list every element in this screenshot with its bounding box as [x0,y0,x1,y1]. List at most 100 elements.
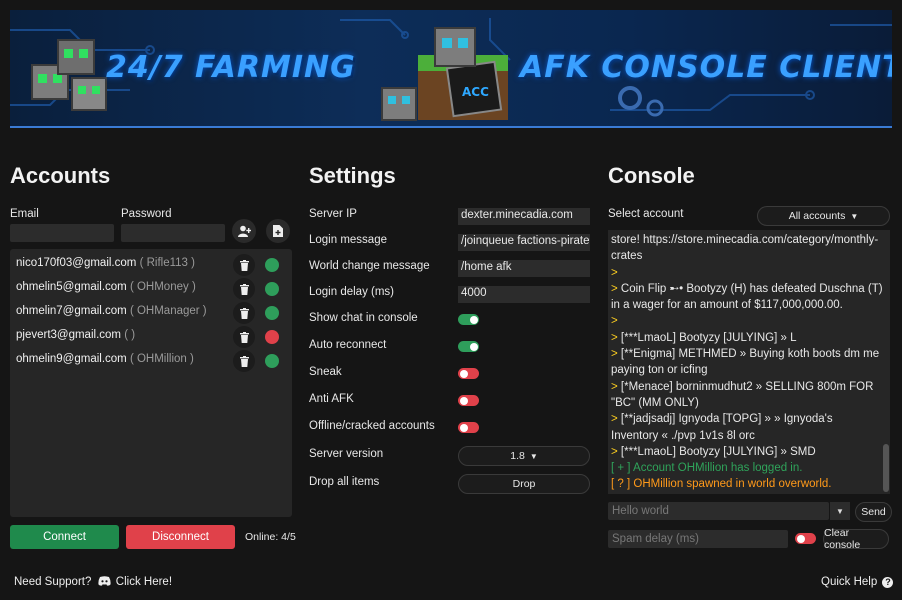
email-label: Email [10,208,39,220]
account-label: nico170f03@gmail.com ( Rifle113 ) [16,257,195,269]
robot-icon [31,39,107,111]
login-message-label: Login message [309,234,387,246]
login-delay-label: Login delay (ms) [309,286,395,298]
select-account-label: Select account [608,208,684,220]
account-label: ohmelin7@gmail.com ( OHManager ) [16,305,207,317]
add-user-icon [237,225,251,237]
prompt-marker: > [611,348,618,361]
prompt-marker: > [611,266,618,279]
console-line-text: Coin Flip ➸• Bootyzy (H) has defeated Du… [611,282,883,312]
account-select[interactable]: All accounts ▼ [757,206,890,226]
account-email: nico170f03@gmail.com [16,257,137,269]
delete-account-button[interactable] [233,302,255,324]
console-line: > [***LmaoL] Bootyzy [JULYING] » SMD [611,444,883,460]
password-field[interactable] [121,224,225,242]
world-change-field[interactable]: /home afk [458,260,590,277]
console-line: > Coin Flip ➸• Bootyzy (H) has defeated … [611,281,883,314]
console-line: [ + ] Account OHMillion has logged in. [611,462,803,475]
chat-placeholder: Hello world [612,505,669,517]
trash-icon [239,259,249,271]
account-alias: ( OHManager ) [129,305,207,317]
account-row[interactable]: ohmelin9@gmail.com ( OHMillion ) [10,349,292,373]
prompt-marker: > [611,445,618,458]
console-line: > [*Menace] borninmudhut2 » SELLING 800m… [611,379,883,412]
server-version-label: Server version [309,448,384,460]
server-version-select[interactable]: 1.8 ▼ [458,446,590,466]
spam-delay-field[interactable]: Spam delay (ms) [608,530,788,548]
console-line-text: [***LmaoL] Bootyzy [JULYING] » L [620,331,797,344]
toggle-switch[interactable] [458,422,479,433]
toggle-switch[interactable] [458,314,479,325]
delete-account-button[interactable] [233,278,255,300]
support-link[interactable]: Click Here! [116,576,172,588]
chevron-down-icon: ▼ [529,451,538,461]
account-label: ohmelin9@gmail.com ( OHMillion ) [16,353,194,365]
toggle-switch[interactable] [458,368,479,379]
account-email: ohmelin9@gmail.com [16,353,127,365]
settings-title: Settings [309,163,396,188]
toggle-label: Offline/cracked accounts [309,420,435,432]
chat-history-dropdown[interactable]: ▼ [830,502,850,520]
delete-account-button[interactable] [233,326,255,348]
console-line: store! https://store.minecadia.com/categ… [611,234,879,263]
server-version-value: 1.8 [510,450,525,462]
drop-button[interactable]: Drop [458,474,590,494]
status-dot [265,282,279,296]
console-title: Console [608,163,695,188]
accounts-title: Accounts [10,163,111,188]
quick-help-label: Quick Help [821,576,878,588]
account-email: ohmelin7@gmail.com [16,305,127,317]
server-ip-field[interactable]: dexter.minecadia.com [458,208,590,225]
support-label: Need Support? [14,576,92,588]
console-line: > [611,265,883,281]
toggle-label: Sneak [309,366,342,378]
console-line: > [611,313,883,329]
email-field[interactable] [10,224,114,242]
add-account-button[interactable] [232,219,256,243]
login-delay-field[interactable]: 4000 [458,286,590,303]
account-label: pjevert3@gmail.com ( ) [16,329,135,341]
disconnect-button[interactable]: Disconnect [126,525,235,549]
console-line-text: [***LmaoL] Bootyzy [JULYING] » SMD [620,445,816,458]
account-email: ohmelin5@gmail.com [16,281,127,293]
toggle-switch[interactable] [458,341,479,352]
password-label: Password [121,208,172,220]
login-message-field[interactable]: /joinqueue factions-pirate [458,234,590,251]
connect-button[interactable]: Connect [10,525,119,549]
account-row[interactable]: ohmelin7@gmail.com ( OHManager ) [10,301,292,325]
account-alias: ( ) [124,329,136,341]
spam-toggle[interactable] [795,533,816,544]
console-output[interactable]: store! https://store.minecadia.com/categ… [608,230,890,494]
spam-delay-placeholder: Spam delay (ms) [612,533,699,545]
account-select-value: All accounts [788,210,846,222]
send-button[interactable]: Send [855,502,892,522]
drop-all-label: Drop all items [309,476,380,488]
toggle-switch[interactable] [458,395,479,406]
banner: ACC 24/7 FARMING AFK CONSOLE CLIENT [10,10,892,128]
banner-badge: ACC [462,85,489,99]
account-label: ohmelin5@gmail.com ( OHMoney ) [16,281,196,293]
account-list: nico170f03@gmail.com ( Rifle113 ) ohmelin… [10,249,292,517]
console-line-text: [**Enigma] METHMED » Buying koth boots d… [611,348,880,377]
trash-icon [239,331,249,343]
account-row[interactable]: nico170f03@gmail.com ( Rifle113 ) [10,253,292,277]
account-row[interactable]: pjevert3@gmail.com ( ) [10,325,292,349]
server-ip-label: Server IP [309,208,357,220]
chevron-down-icon: ▼ [836,506,844,516]
import-file-button[interactable] [266,219,290,243]
toggle-label: Anti AFK [309,393,354,405]
delete-account-button[interactable] [233,254,255,276]
clear-console-button[interactable]: Clear console [823,527,889,551]
account-row[interactable]: ohmelin5@gmail.com ( OHMoney ) [10,277,292,301]
discord-icon [97,576,111,586]
quick-help-link[interactable]: Quick Help ? [821,576,894,588]
console-line-text: [**jadjsadj] Ignyoda [TOPG] » » Ignyoda'… [611,413,833,442]
account-alias: ( OHMillion ) [129,353,194,365]
delete-account-button[interactable] [233,350,255,372]
chat-input[interactable]: Hello world [608,502,829,520]
console-scrollbar[interactable] [883,444,889,492]
world-change-label: World change message [309,260,430,272]
prompt-marker: > [611,315,618,328]
status-dot [265,354,279,368]
toggle-label: Auto reconnect [309,339,387,351]
